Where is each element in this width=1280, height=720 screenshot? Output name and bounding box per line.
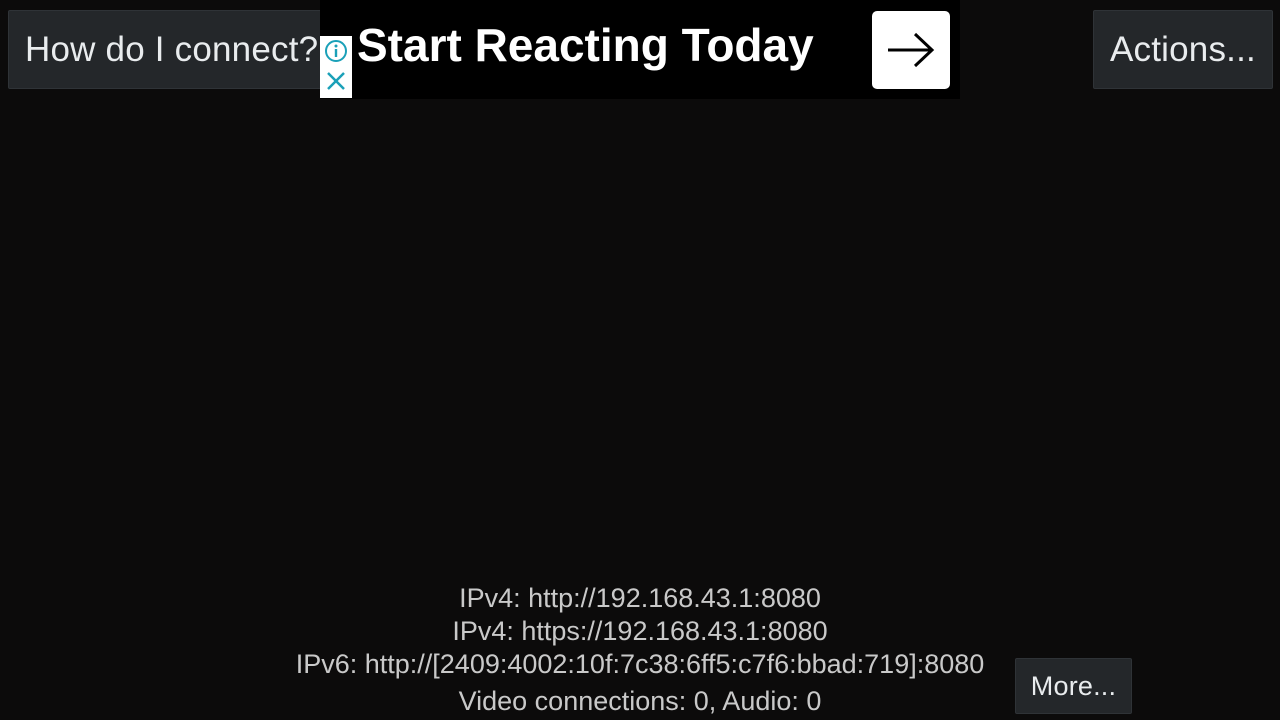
ipv4-http-address: IPv4: http://192.168.43.1:8080 (459, 583, 821, 613)
ipv4-https-address: IPv4: https://192.168.43.1:8080 (452, 616, 828, 646)
connection-status: Video connections: 0, Audio: 0 (458, 686, 822, 716)
ad-choices-badge[interactable] (320, 36, 352, 98)
camera-preview: How do I connect? Start Reacting Today A… (0, 0, 1280, 720)
ipv6-http-address: IPv6: http://[2409:4002:10f:7c38:6ff5:c7… (295, 649, 985, 679)
ad-headline[interactable]: Start Reacting Today (357, 18, 814, 72)
how-do-i-connect-button[interactable]: How do I connect? (8, 10, 338, 89)
arrow-right-icon (888, 32, 935, 68)
close-icon[interactable] (325, 70, 347, 92)
ad-cta-button[interactable] (872, 11, 950, 89)
actions-label: Actions... (1110, 29, 1256, 69)
ad-banner[interactable]: Start Reacting Today (320, 0, 960, 99)
info-icon[interactable] (324, 39, 348, 63)
more-label: More... (1030, 670, 1117, 701)
how-do-i-connect-label: How do I connect? (25, 29, 319, 69)
more-button[interactable]: More... (1015, 658, 1132, 714)
actions-button[interactable]: Actions... (1093, 10, 1273, 89)
